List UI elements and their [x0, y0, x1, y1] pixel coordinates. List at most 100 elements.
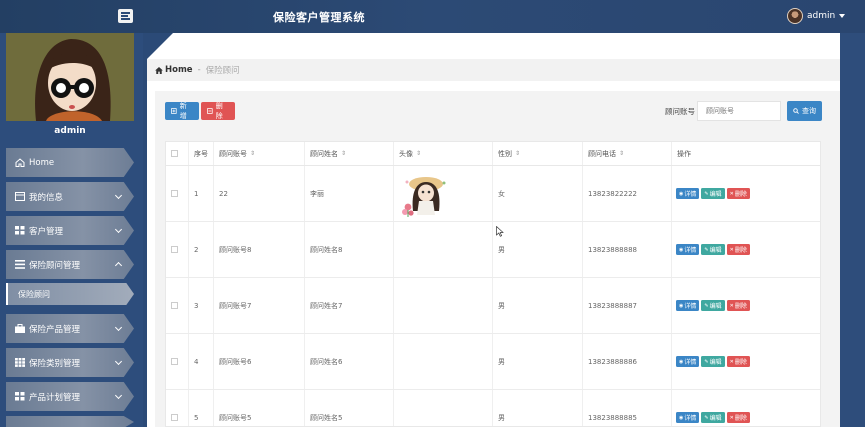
breadcrumb-home[interactable]: Home [155, 65, 193, 75]
select-all-checkbox[interactable] [171, 150, 178, 157]
cell-account: 22 [214, 166, 305, 221]
row-checkbox[interactable] [171, 190, 178, 197]
avatar-cell [394, 334, 493, 389]
col-header[interactable]: 头像 ⇕ [394, 142, 493, 165]
col-header-label: 顾问姓名 [310, 149, 338, 158]
edit-icon: ✎ [704, 414, 709, 421]
cell-name: 李丽 [305, 166, 394, 221]
view-button[interactable]: ◉ 详情 [676, 244, 700, 255]
view-button[interactable]: ◉ 详情 [676, 412, 700, 423]
add-button[interactable]: 新增 [165, 102, 199, 120]
cell-no: 5 [189, 390, 214, 426]
eye-icon: ◉ [679, 302, 684, 309]
home-icon [155, 66, 163, 74]
delete-row-button[interactable]: ✕ 删除 [726, 300, 750, 311]
avatar-cell [394, 390, 493, 426]
edit-icon: ✎ [704, 358, 709, 365]
col-header-label: 头像 [399, 149, 413, 158]
sort-icon[interactable]: ⇕ [416, 150, 421, 157]
view-button[interactable]: ◉ 详情 [676, 300, 700, 311]
chevron-down-icon [114, 323, 123, 332]
sidebar-item-label: 产品计划管理 [29, 392, 81, 403]
sidebar-item-home[interactable]: Home [6, 148, 134, 177]
search-input[interactable] [697, 101, 781, 121]
delete-row-button-label: 删除 [734, 191, 747, 198]
col-header-label: 顾问账号 [219, 149, 247, 158]
sidebar-item-products[interactable]: 保险产品管理 [6, 314, 134, 343]
edit-button[interactable]: ✎ 编辑 [701, 356, 725, 367]
briefcase-icon [15, 324, 25, 333]
user-menu[interactable]: admin [787, 6, 846, 26]
delete-row-button[interactable]: ✕ 删除 [726, 188, 750, 199]
chevron-down-icon [114, 357, 123, 366]
close-icon: ✕ [729, 190, 734, 197]
menu-toggle-icon[interactable] [118, 9, 133, 23]
col-header-label: 序号 [194, 149, 208, 158]
edit-button[interactable]: ✎ 编辑 [701, 188, 725, 199]
sort-icon[interactable]: ⇕ [619, 150, 624, 157]
select-cell [166, 222, 189, 277]
content-panel: 新增 删除 顾问账号 查询 序号 顾问账号⇕ 顾问姓名⇕ 头像⇕ 性别⇕ 顾问电… [155, 91, 840, 427]
edit-icon: ✎ [704, 302, 709, 309]
eye-icon: ◉ [679, 358, 684, 365]
edit-icon: ✎ [704, 246, 709, 253]
sort-icon[interactable]: ⇕ [250, 150, 255, 157]
eye-icon: ◉ [679, 190, 684, 197]
delete-row-button-label: 删除 [734, 247, 747, 254]
delete-row-button[interactable]: ✕ 删除 [726, 356, 750, 367]
edit-button[interactable]: ✎ 编辑 [701, 412, 725, 423]
table-row: 4 顾问账号6 顾问姓名6 男 13823888886 ◉ 详情 ✎ 编辑 ✕ 删除 [166, 334, 820, 390]
view-button[interactable]: ◉ 详情 [676, 188, 700, 199]
delete-row-button[interactable]: ✕ 删除 [726, 244, 750, 255]
cell-name: 顾问姓名7 [305, 278, 394, 333]
col-header[interactable]: 顾问账号 ⇕ [214, 142, 305, 165]
col-header[interactable]: 性别 ⇕ [493, 142, 583, 165]
view-button-label: 详情 [684, 359, 697, 366]
sort-icon[interactable]: ⇕ [515, 150, 520, 157]
chevron-down-icon [114, 191, 123, 200]
col-header[interactable]: 顾问电话 ⇕ [583, 142, 672, 165]
cell-account: 顾问账号6 [214, 334, 305, 389]
sidebar-item-label: 保险产品管理 [29, 324, 81, 335]
delete-button[interactable]: 删除 [201, 102, 235, 120]
sidebar-item-partial[interactable] [6, 416, 134, 427]
edit-button[interactable]: ✎ 编辑 [701, 300, 725, 311]
background-strip [840, 33, 865, 427]
edit-button-label: 编辑 [709, 247, 722, 254]
row-checkbox[interactable] [171, 414, 178, 421]
search-button[interactable]: 查询 [787, 101, 822, 121]
sidebar-item-customers[interactable]: 客户管理 [6, 216, 134, 245]
sidebar-item-plans[interactable]: 产品计划管理 [6, 382, 134, 411]
select-cell [166, 334, 189, 389]
plus-box-icon [171, 108, 177, 114]
sidebar-item-my-info[interactable]: 我的信息 [6, 182, 134, 211]
app-title: 保险客户管理系统 [273, 11, 365, 24]
list-icon [15, 260, 25, 269]
row-checkbox[interactable] [171, 246, 178, 253]
eye-icon: ◉ [679, 414, 684, 421]
delete-row-button[interactable]: ✕ 删除 [726, 412, 750, 423]
view-button[interactable]: ◉ 详情 [676, 356, 700, 367]
cell-phone: 13823822222 [583, 166, 672, 221]
cell-phone: 13823888885 [583, 390, 672, 426]
edit-button[interactable]: ✎ 编辑 [701, 244, 725, 255]
grid-icon [15, 226, 25, 235]
breadcrumb: Home - 保险顾问 [147, 59, 840, 81]
actions-cell: ◉ 详情 ✎ 编辑 ✕ 删除 [672, 334, 820, 389]
window-icon [15, 192, 25, 201]
sidebar-item-advisors[interactable]: 保险顾问管理 [6, 250, 134, 279]
sort-icon[interactable]: ⇕ [341, 150, 346, 157]
table-header: 序号 顾问账号 ⇕ 顾问姓名 ⇕ 头像 ⇕ 性别 ⇕ 顾问电话 ⇕ 操作 [166, 142, 820, 166]
caret-down-icon [839, 14, 846, 18]
cell-account: 顾问账号7 [214, 278, 305, 333]
row-checkbox[interactable] [171, 358, 178, 365]
user-avatar [787, 8, 803, 24]
cell-gender: 男 [493, 334, 583, 389]
advisor-avatar-image [399, 170, 449, 217]
sidebar-item-categories[interactable]: 保险类别管理 [6, 348, 134, 377]
col-header[interactable]: 顾问姓名 ⇕ [305, 142, 394, 165]
row-checkbox[interactable] [171, 302, 178, 309]
table-row: 2 顾问账号8 顾问姓名8 男 13823888888 ◉ 详情 ✎ 编辑 ✕ 删除 [166, 222, 820, 278]
sidebar-subitem-advisor[interactable]: 保险顾问 [6, 283, 134, 305]
delete-row-button-label: 删除 [734, 303, 747, 310]
